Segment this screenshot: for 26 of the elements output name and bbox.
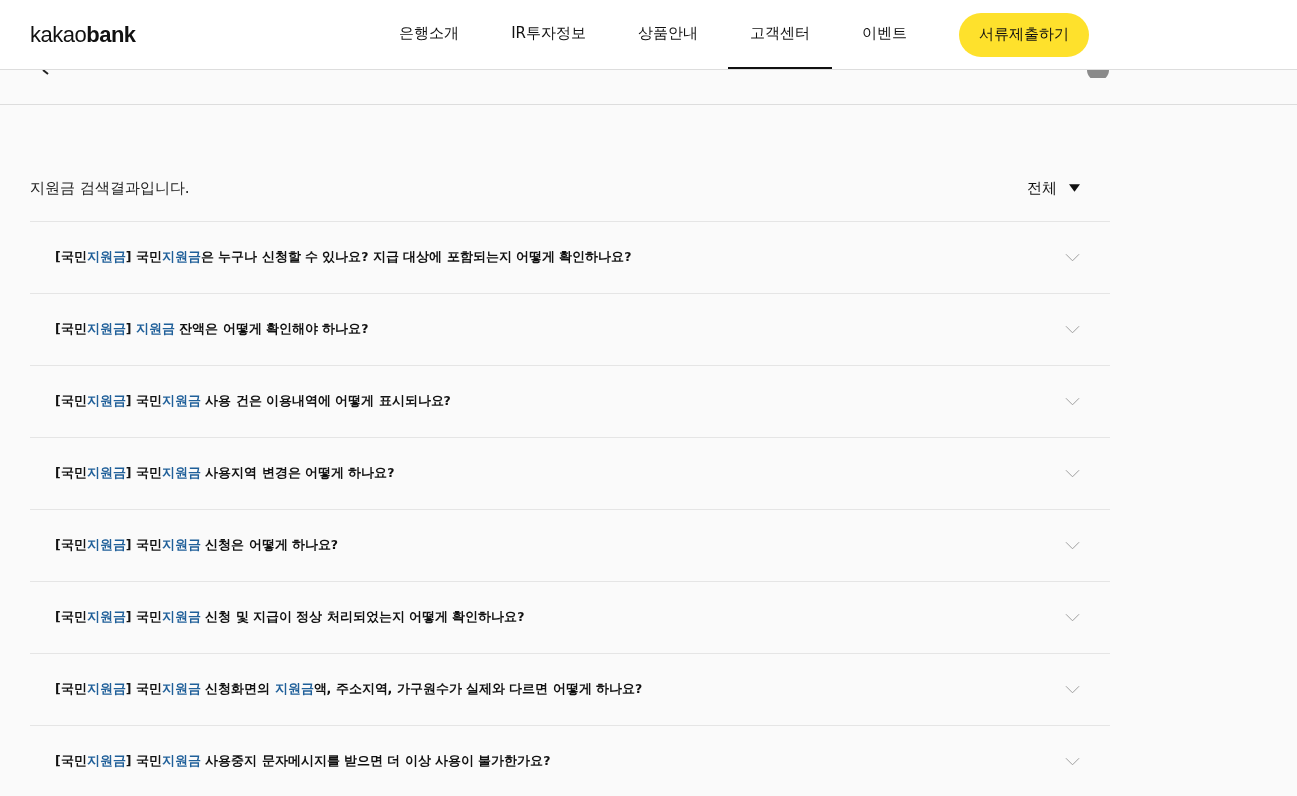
nav-tab[interactable]: 이벤트 [840,0,929,69]
question-text: [국민지원금] 국민지원금 신청은 어떻게 하나요? [55,537,339,554]
question-text: [국민지원금] 지원금 잔액은 어떻게 확인해야 하나요? [55,321,369,338]
faq-item[interactable]: [국민지원금] 국민지원금 신청 및 지급이 정상 처리되었는지 어떻게 확인하나요? [30,582,1110,654]
logo[interactable]: kakaobank [30,21,136,48]
faq-item[interactable]: [국민지원금] 국민지원금 사용중지 문자메시지를 받으면 더 이상 사용이 불가한가요? [30,726,1110,796]
faq-item[interactable]: [국민지원금] 국민지원금 사용 건은 이용내역에 어떻게 표시되나요? [30,366,1110,438]
submit-documents-button[interactable]: 서류제출하기 [959,12,1089,57]
faq-item[interactable]: [국민지원금] 국민지원금 신청화면의 지원금액, 주소지역, 가구원수가 실제와 다르면 어떻게 하나요? [30,654,1110,726]
question-text: [국민지원금] 국민지원금 사용중지 문자메시지를 받으면 더 이상 사용이 불가한가요? [55,753,551,770]
faq-item[interactable]: [국민지원금] 국민지원금 신청은 어떻게 하나요? [30,510,1110,582]
question-text: [국민지원금] 국민지원금은 누구나 신청할 수 있나요? 지급 대상에 포함되는지 어떻게 확인하나요? [55,249,632,266]
nav-tab[interactable]: 상품안내 [616,0,720,69]
caret-icon [1069,184,1080,192]
filter-dropdown[interactable]: 전체 [1027,178,1080,198]
question-text: [국민지원금] 국민지원금 신청화면의 지원금액, 주소지역, 가구원수가 실제와 다르면 어떻게 하나요? [55,681,643,698]
nav-tab[interactable]: IR투자정보 [489,0,608,69]
nav-tab[interactable]: 은행소개 [377,0,482,69]
question-text: [국민지원금] 국민지원금 사용지역 변경은 어떻게 하나요? [55,465,395,482]
faq-item[interactable]: [국민지원금] 국민지원금은 누구나 신청할 수 있나요? 지급 대상에 포함되는지 어떻게 확인하나요? [30,222,1110,294]
faq-item[interactable]: [국민지원금] 지원금 잔액은 어떻게 확인해야 하나요? [30,294,1110,366]
faq-item[interactable]: [국민지원금] 국민지원금 사용지역 변경은 어떻게 하나요? [30,438,1110,510]
results-title: 지원금 검색결과입니다. [30,178,190,198]
question-text: [국민지원금] 국민지원금 신청 및 지급이 정상 처리되었는지 어떻게 확인하나요? [55,609,525,626]
question-text: [국민지원금] 국민지원금 사용 건은 이용내역에 어떻게 표시되나요? [55,393,451,410]
nav-tab[interactable]: 고객센터 [728,0,832,69]
